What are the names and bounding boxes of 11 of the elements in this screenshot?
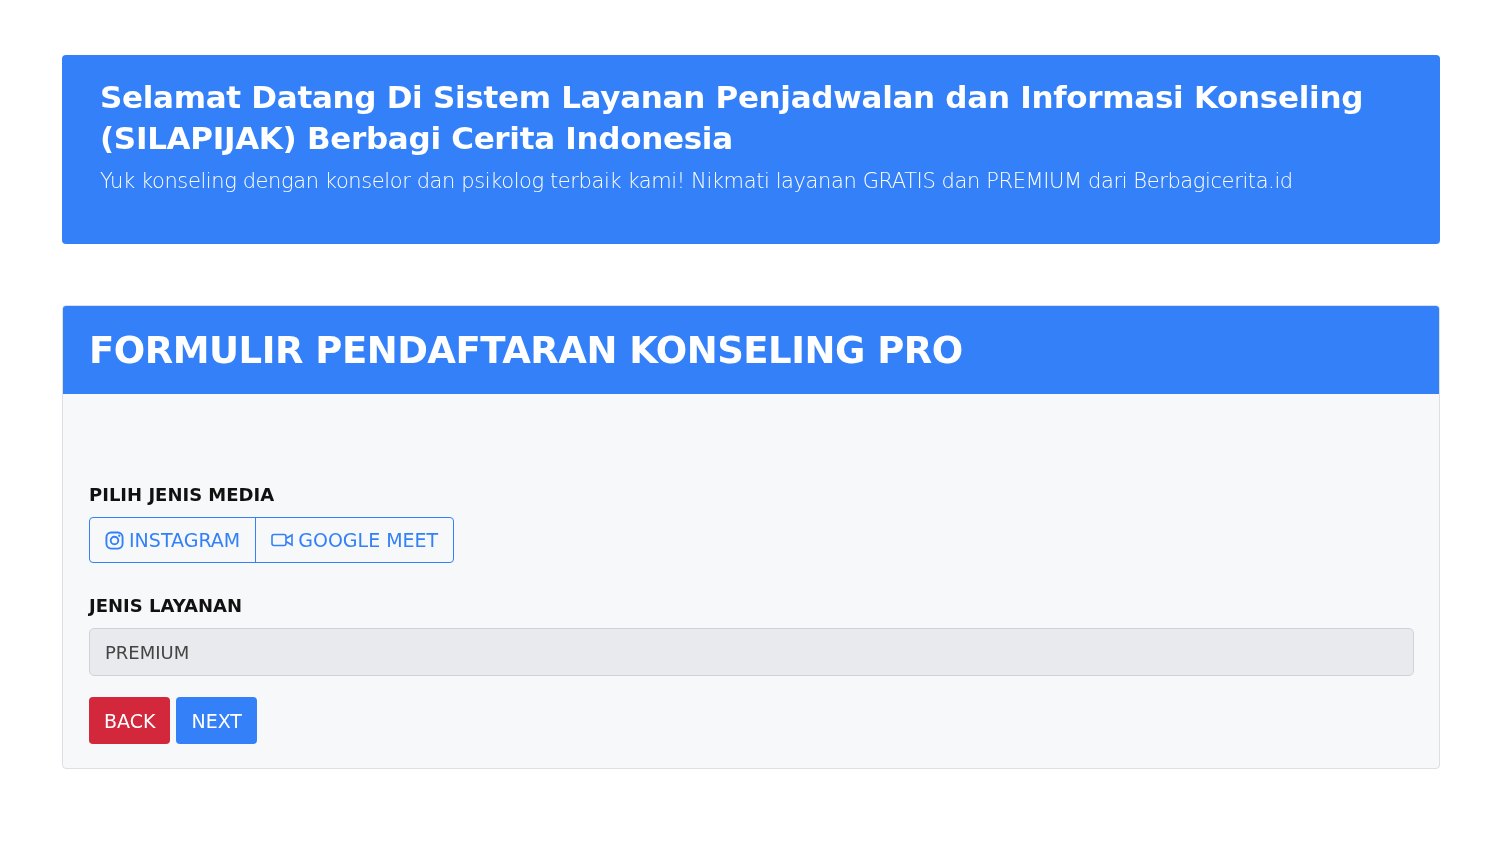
media-option[interactable]: INSTAGRAM — [90, 518, 256, 562]
next-button[interactable]: NEXT — [176, 697, 257, 744]
form-title: FORMULIR PENDAFTARAN KONSELING PRO — [89, 328, 963, 372]
media-label: PILIH JENIS MEDIA — [89, 484, 276, 505]
instagram-icon — [105, 530, 124, 550]
banner-subtitle: Yuk konseling dengan konselor dan psikolog terbaik kami! Nikmati layanan GRATIS dan PREMIUM dari Berbagicerita.id — [100, 169, 1294, 193]
banner-title: Selamat Datang Di Sistem Layanan Penjadwalan dan Informasi Konseling (SILAPIJAK) Berbagi Cerita Indonesia — [100, 78, 1365, 158]
video-camera-icon — [271, 533, 294, 547]
service-label: JENIS LAYANAN — [89, 595, 243, 616]
back-button[interactable]: BACK — [89, 697, 171, 744]
media-option[interactable]: GOOGLE MEET — [255, 518, 454, 562]
